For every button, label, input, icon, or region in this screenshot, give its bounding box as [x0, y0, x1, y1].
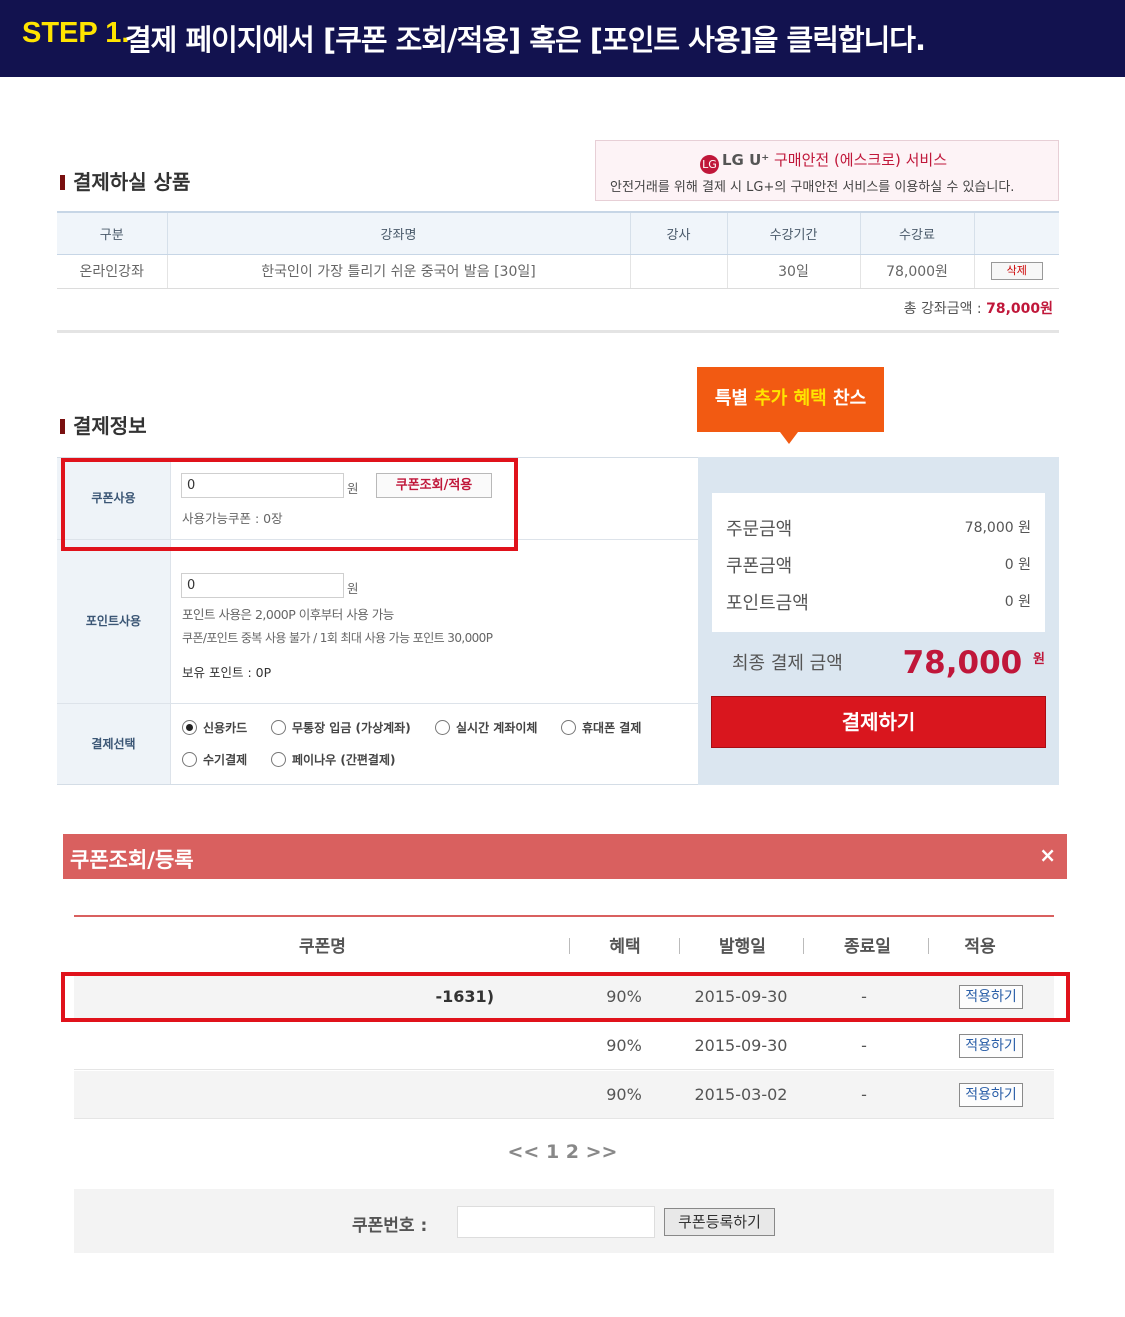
radio-mobile-payment[interactable]: 휴대폰 결제 — [561, 719, 641, 736]
radio-icon — [271, 752, 286, 767]
course-name: 한국인이 가장 틀리기 쉬운 중국어 발음 [30일] — [166, 254, 630, 289]
radio-manual-payment[interactable]: 수기결제 — [182, 751, 247, 768]
title-bar-icon — [60, 175, 65, 190]
col-header: 강사 — [629, 211, 727, 255]
coupon-benefit: 90% — [606, 1036, 642, 1055]
course-price: 78,000원 — [859, 254, 974, 289]
popup-title: 쿠폰조회/등록 — [70, 848, 194, 872]
radio-icon — [182, 752, 197, 767]
table-header: 구분 강좌명 강사 수강기간 수강료 — [57, 211, 1059, 255]
step-title: 결제 페이지에서 [쿠폰 조회/적용] 혹은 [포인트 사용]을 클릭합니다. — [125, 23, 926, 57]
course-teacher — [629, 254, 727, 289]
close-icon[interactable]: × — [1039, 843, 1056, 867]
register-coupon-button[interactable]: 쿠폰등록하기 — [664, 1208, 775, 1236]
coupon-row: 90% 2015-03-02 - 적용하기 — [74, 1071, 1054, 1119]
title-bar-icon — [60, 419, 65, 434]
divider — [57, 330, 1059, 333]
final-amount-label: 최종 결제 금액 — [732, 653, 843, 674]
delete-button[interactable]: 삭제 — [990, 262, 1043, 280]
popup-table-topline — [74, 915, 1054, 917]
radio-icon — [435, 720, 450, 735]
table-row: 온라인강좌 한국인이 가장 틀리기 쉬운 중국어 발음 [30일] 30일 78… — [57, 254, 1059, 289]
apply-coupon-button[interactable]: 적용하기 — [959, 1083, 1023, 1107]
coupon-benefit: 90% — [606, 1085, 642, 1104]
point-amount-row: 포인트금액 0 원 — [726, 593, 1031, 614]
col-header: 강좌명 — [166, 211, 630, 255]
escrow-desc: 안전거래를 위해 결제 시 LG+의 구매안전 서비스를 이용하실 수 있습니다… — [610, 180, 1015, 195]
radio-paynow[interactable]: 페이나우 (간편결제) — [271, 751, 395, 768]
payment-summary: 주문금액 78,000 원 쿠폰금액 0 원 포인트금액 0 원 최종 결제 금액 7… — [698, 457, 1059, 785]
radio-icon — [561, 720, 576, 735]
total-amount: 총 강좌금액 : 78,000원 — [903, 301, 1053, 317]
radio-credit-card[interactable]: 신용카드 — [182, 719, 247, 736]
highlight-coupon-row — [61, 972, 1070, 1022]
col-header-issued: 발행일 — [719, 937, 766, 957]
coupon-issued: 2015-03-02 — [694, 1085, 788, 1104]
coupon-number-input[interactable] — [457, 1206, 655, 1238]
point-note-1: 포인트 사용은 2,000P 이후부터 사용 가능 — [182, 607, 394, 622]
col-header-coupon-name: 쿠폰명 — [299, 937, 346, 957]
order-amount-row: 주문금액 78,000 원 — [726, 519, 1031, 540]
method-row-label: 결제선택 — [57, 704, 170, 784]
col-header — [973, 211, 1059, 255]
highlight-coupon-row — [61, 458, 518, 551]
point-amount-input[interactable]: 0 — [181, 573, 344, 598]
coupon-row: 90% 2015-09-30 - 적용하기 — [74, 1022, 1054, 1070]
coupon-end: - — [861, 1036, 867, 1055]
point-unit: 원 — [347, 581, 359, 596]
product-table: 구분 강좌명 강사 수강기간 수강료 온라인강좌 한국인이 가장 틀리기 쉬운 … — [57, 211, 1059, 289]
col-header: 수강기간 — [726, 211, 860, 255]
step-label: STEP 1. — [22, 17, 130, 49]
radio-icon — [271, 720, 286, 735]
coupon-issued: 2015-09-30 — [694, 1036, 788, 1055]
col-header: 수강료 — [859, 211, 974, 255]
col-header-end: 종료일 — [844, 937, 891, 957]
products-section-title: 결제하실 상품 — [60, 166, 190, 195]
col-header-benefit: 혜택 — [609, 937, 641, 957]
coupon-end: - — [861, 1085, 867, 1104]
col-header: 구분 — [57, 211, 167, 255]
apply-coupon-button[interactable]: 적용하기 — [959, 1034, 1023, 1058]
instruction-banner: STEP 1. 결제 페이지에서 [쿠폰 조회/적용] 혹은 [포인트 사용]을… — [0, 0, 1125, 77]
pagination[interactable]: << 1 2 >> — [0, 1141, 1125, 1163]
escrow-notice: LG LG U⁺ 구매안전 (에스크로) 서비스 안전거래를 위해 결제 시 LG… — [595, 140, 1059, 201]
radio-bank-deposit[interactable]: 무통장 입금 (가상계좌) — [271, 719, 411, 736]
radio-selected-icon — [182, 720, 197, 735]
col-header-apply: 적용 — [964, 937, 996, 957]
course-period: 30일 — [726, 254, 860, 289]
escrow-title: LG LG U⁺ 구매안전 (에스크로) 서비스 — [700, 149, 947, 174]
summary-box: 주문금액 78,000 원 쿠폰금액 0 원 포인트금액 0 원 — [712, 493, 1045, 632]
pay-button[interactable]: 결제하기 — [711, 696, 1046, 748]
coupon-amount-row: 쿠폰금액 0 원 — [726, 556, 1031, 577]
radio-realtime-transfer[interactable]: 실시간 계좌이체 — [435, 719, 537, 736]
payment-section-title: 결제정보 — [60, 410, 147, 439]
course-type: 온라인강좌 — [57, 254, 167, 289]
final-amount-value: 78,000 원 — [902, 645, 1045, 681]
coupon-register-bar: 쿠폰번호 : 쿠폰등록하기 — [74, 1189, 1054, 1253]
owned-points: 보유 포인트 : 0P — [182, 665, 272, 680]
special-benefit-tag: 특별 추가 혜택 찬스 — [697, 367, 884, 444]
point-row-label: 포인트사용 — [57, 540, 170, 703]
lg-logo-icon: LG — [700, 155, 719, 174]
coupon-number-label: 쿠폰번호 : — [352, 1216, 428, 1236]
coupon-popup-header: 쿠폰조회/등록 × — [63, 834, 1067, 879]
point-note-2: 쿠폰/포인트 중복 사용 불가 / 1회 최대 사용 가능 포인트 30,000… — [182, 631, 493, 645]
